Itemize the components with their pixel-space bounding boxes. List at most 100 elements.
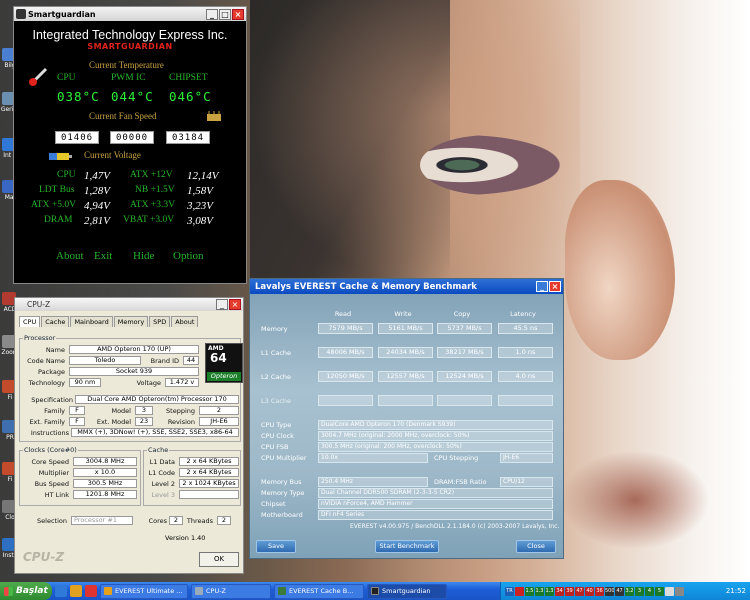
- tray-monitor-value[interactable]: 3: [635, 586, 644, 596]
- close-button[interactable]: ×: [549, 281, 561, 292]
- corespeed-label: Core Speed: [31, 458, 70, 466]
- tab-cpu[interactable]: CPU: [19, 316, 41, 327]
- language-indicator[interactable]: TR: [505, 586, 514, 596]
- tray-monitor-value[interactable]: 1.3: [535, 586, 544, 596]
- row-label-l2-cache: L2 Cache: [261, 373, 292, 381]
- tray-monitor-value[interactable]: 500: [605, 586, 614, 596]
- taskbar-item-everest-ultimate[interactable]: EVEREST Ultimate ...: [100, 583, 188, 599]
- chipset-temp-label: CHIPSET: [169, 73, 208, 83]
- fan-icon: [206, 110, 222, 122]
- everest-icon: [104, 587, 112, 595]
- windows-flag-icon: [4, 586, 13, 596]
- memory-write-value: 5161 MB/s: [378, 323, 433, 334]
- folder-quicklaunch-icon[interactable]: [70, 585, 82, 597]
- tab-cache[interactable]: Cache: [41, 316, 70, 327]
- everest-titlebar[interactable]: Lavalys EVEREST Cache & Memory Benchmark…: [250, 279, 563, 294]
- start-benchmark-button[interactable]: Start Benchmark: [375, 540, 439, 553]
- app-icon: [16, 9, 26, 19]
- minimize-button[interactable]: _: [536, 281, 548, 292]
- volume-tray-icon[interactable]: [675, 586, 684, 596]
- minimize-button[interactable]: _: [206, 8, 218, 20]
- clock[interactable]: 21:52: [726, 587, 746, 595]
- l3-write-value: [378, 395, 433, 406]
- option-button[interactable]: Option: [173, 250, 204, 262]
- save-button[interactable]: Save: [256, 540, 296, 553]
- memory-bus-label: Memory Bus: [261, 478, 302, 486]
- voltage-label: Voltage: [136, 379, 161, 387]
- tray-monitor-value[interactable]: 5: [655, 586, 664, 596]
- ok-button[interactable]: OK: [199, 552, 239, 567]
- group-title: Cache: [147, 446, 170, 454]
- cores-value: 2: [169, 516, 183, 525]
- antivirus-tray-icon[interactable]: [515, 586, 524, 596]
- multiplier-label: Multiplier: [38, 469, 69, 477]
- cpu-fsb-value: 300.5 MHz (original: 200 MHz, overclock:…: [318, 442, 553, 452]
- close-button[interactable]: ×: [232, 8, 244, 20]
- taskbar-item-smartguardian[interactable]: Smartguardian: [367, 583, 447, 599]
- specification-value: Dual Core AMD Opteron(tm) Processor 170: [75, 395, 239, 404]
- memory-type-label: Memory Type: [261, 489, 305, 497]
- revision-label: Revision: [167, 418, 195, 426]
- tray-monitor-value[interactable]: 47: [575, 586, 584, 596]
- tab-memory[interactable]: Memory: [113, 316, 149, 327]
- minimize-button[interactable]: _: [216, 299, 228, 310]
- copyright-footer: EVEREST v4.00.975 / BenchDLL 2.1.184.0 (…: [350, 523, 560, 530]
- smartguardian-window: Smartguardian _ □ × Integrated Technolog…: [13, 6, 247, 284]
- model-label: Model: [111, 407, 131, 415]
- tray-monitor-value[interactable]: 40: [585, 586, 594, 596]
- tray-monitor-value[interactable]: 1.5: [525, 586, 534, 596]
- everest-benchmark-window: Lavalys EVEREST Cache & Memory Benchmark…: [249, 278, 564, 559]
- media-quicklaunch-icon[interactable]: [85, 585, 97, 597]
- amd-logo-number: 64: [210, 351, 227, 365]
- voltage-label: DRAM: [44, 215, 73, 225]
- tray-monitor-value[interactable]: 4: [645, 586, 654, 596]
- l1-read-value: 48006 MB/s: [318, 347, 373, 358]
- smartguardian-titlebar[interactable]: Smartguardian _ □ ×: [14, 7, 246, 21]
- selection-label: Selection: [37, 517, 67, 525]
- close-button[interactable]: ×: [229, 299, 241, 310]
- voltage-value: 1,58V: [187, 185, 213, 197]
- tab-spd[interactable]: SPD: [149, 316, 171, 327]
- taskbar: Başlat EVEREST Ultimate ... CPU-Z EVERES…: [0, 582, 750, 600]
- close-dialog-button[interactable]: Close: [516, 540, 556, 553]
- start-button[interactable]: Başlat: [0, 582, 52, 600]
- voltage-value: 1,47V: [84, 170, 110, 182]
- tray-monitor-value[interactable]: 1.3: [545, 586, 554, 596]
- extmodel-value: 23: [135, 417, 153, 426]
- about-button[interactable]: About: [56, 250, 84, 262]
- l1code-label: L1 Code: [148, 469, 175, 477]
- column-header-write: Write: [394, 310, 412, 318]
- maximize-button[interactable]: □: [219, 8, 231, 20]
- network-tray-icon[interactable]: [665, 586, 674, 596]
- busspeed-value: 300.5 MHz: [73, 479, 137, 488]
- hide-button[interactable]: Hide: [133, 250, 154, 262]
- tray-monitor-value[interactable]: 34: [555, 586, 564, 596]
- tab-mainboard[interactable]: Mainboard: [70, 316, 113, 327]
- tray-monitor-value[interactable]: 3.2: [625, 586, 634, 596]
- l1-copy-value: 38217 MB/s: [437, 347, 492, 358]
- taskbar-item-everest-cache[interactable]: EVEREST Cache B...: [274, 583, 364, 599]
- wallpaper-lips: [560, 450, 710, 550]
- extfamily-value: F: [69, 417, 85, 426]
- memory-bus-value: 250.4 MHz: [318, 477, 428, 487]
- exit-button[interactable]: Exit: [94, 250, 112, 262]
- voltage-section-title: Current Voltage: [84, 150, 141, 160]
- chipset-temp-value: 046°C: [169, 89, 212, 104]
- extmodel-label: Ext. Model: [96, 418, 131, 426]
- cpu-clock-label: CPU Clock: [261, 432, 294, 440]
- pwm-temp-label: PWM IC: [111, 73, 146, 83]
- tray-monitor-value[interactable]: 39: [565, 586, 574, 596]
- internet-explorer-quicklaunch-icon[interactable]: [55, 585, 67, 597]
- tray-monitor-value[interactable]: 36: [595, 586, 604, 596]
- cores-label: Cores: [148, 517, 167, 525]
- taskbar-item-cpuz[interactable]: CPU-Z: [191, 583, 271, 599]
- tray-monitor-value[interactable]: 47: [615, 586, 624, 596]
- dram-ratio-label: DRAM:FSB Ratio: [434, 478, 487, 486]
- htlink-value: 1201.8 MHz: [73, 490, 137, 499]
- processor-selection-dropdown[interactable]: Processor #1: [71, 516, 133, 525]
- chipset-label: Chipset: [261, 500, 286, 508]
- tab-about[interactable]: About: [171, 316, 199, 327]
- voltage-value: 3,08V: [187, 215, 213, 227]
- cpuz-icon: [195, 587, 203, 595]
- cpuz-titlebar[interactable]: CPU-Z _ ×: [15, 298, 243, 311]
